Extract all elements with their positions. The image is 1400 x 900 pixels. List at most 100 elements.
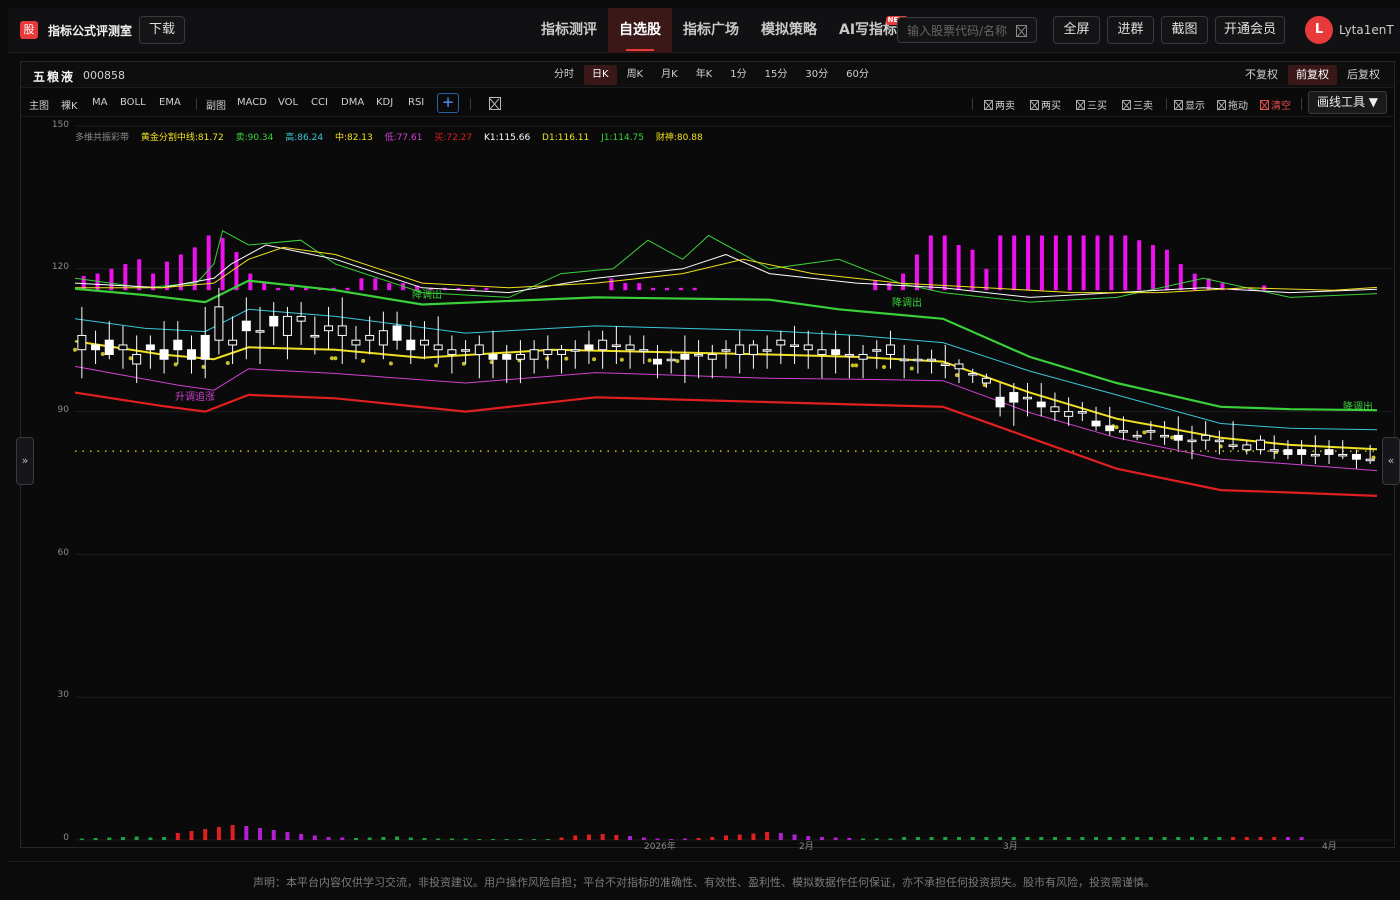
- legend-k1: K1:115.66: [484, 133, 531, 143]
- volume-bar: [463, 838, 468, 840]
- volume-bar: [216, 827, 221, 840]
- drawing-tools-dropdown[interactable]: 画线工具 ▼: [1308, 91, 1387, 114]
- screenshot-button[interactable]: 截图: [1161, 16, 1208, 44]
- signal-bar: [637, 283, 642, 291]
- candle-body: [1338, 453, 1348, 457]
- period-tab-60min[interactable]: 60分: [838, 65, 877, 85]
- volume-bar: [902, 837, 907, 840]
- signal-bar: [359, 278, 364, 291]
- candle-body: [872, 349, 882, 352]
- toggle-two-buy[interactable]: 两买: [1030, 97, 1061, 112]
- sub-item-vol[interactable]: VOL: [278, 97, 298, 108]
- sub-item-rsi[interactable]: RSI: [408, 97, 424, 108]
- mid-dot: [675, 359, 680, 364]
- toggle-label: 三买: [1087, 101, 1107, 112]
- period-tab-15min[interactable]: 15分: [757, 65, 796, 85]
- legend-golden-mid: 黄金分割中线:81.72: [140, 133, 224, 143]
- period-tab-30min[interactable]: 30分: [797, 65, 836, 85]
- checkbox-icon: [1076, 100, 1085, 110]
- main-item-naked-k[interactable]: 裸K: [61, 97, 78, 112]
- signal-bar: [623, 283, 628, 291]
- adjust-backward-tab[interactable]: 后复权: [1339, 65, 1388, 85]
- reset-indicator-icon[interactable]: [489, 97, 501, 110]
- adjust-none-tab[interactable]: 不复权: [1237, 65, 1286, 85]
- nav-tab-indicator-square[interactable]: 指标广场: [672, 8, 750, 53]
- x-tick-label: 4月: [1322, 842, 1337, 852]
- period-tab-daily[interactable]: 日K: [584, 65, 617, 85]
- download-button[interactable]: 下载: [139, 16, 185, 44]
- sub-item-kdj[interactable]: KDJ: [376, 97, 393, 108]
- candle-body: [1256, 439, 1266, 451]
- nav-tab-indicator-review[interactable]: 指标测评: [530, 8, 608, 53]
- mid-dot: [434, 363, 439, 368]
- volume-bar: [998, 837, 1003, 840]
- stock-search-input[interactable]: [907, 22, 1015, 39]
- open-vip-button[interactable]: 开通会员: [1215, 16, 1285, 44]
- signal-bar: [345, 287, 350, 291]
- volume-bar: [1025, 837, 1030, 840]
- candle-body: [981, 377, 991, 384]
- candle-body: [776, 339, 786, 346]
- toggle-two-sell[interactable]: 两卖: [984, 97, 1015, 112]
- kline-chart-area[interactable]: 150 120 90 60 30 0 多维共振彩带 黄金分割中线:81.72 卖…: [21, 118, 1394, 852]
- user-name[interactable]: Lyta1enT: [1339, 23, 1394, 37]
- volume-bar: [710, 837, 715, 840]
- candle-body: [1283, 449, 1293, 455]
- sub-item-macd[interactable]: MACD: [237, 97, 267, 108]
- x-tick-label: 2月: [799, 842, 814, 852]
- candle-body: [419, 339, 429, 346]
- period-tab-intraday[interactable]: 分时: [546, 65, 582, 85]
- sub-item-cci[interactable]: CCI: [311, 97, 328, 108]
- candle-body: [337, 325, 347, 336]
- user-avatar[interactable]: L: [1305, 16, 1333, 44]
- left-panel-toggle[interactable]: »: [16, 437, 34, 485]
- nav-tab-simulated-strategy[interactable]: 模拟策略: [750, 8, 828, 53]
- period-tab-monthly[interactable]: 月K: [653, 65, 686, 85]
- brand-title[interactable]: 指标公式评测室: [48, 22, 132, 39]
- toggle-drag[interactable]: 拖动: [1217, 97, 1248, 112]
- nav-tab-watchlist[interactable]: 自选股: [608, 8, 672, 53]
- candle-body: [118, 344, 128, 351]
- app-logo-icon[interactable]: 股: [20, 21, 38, 39]
- nav-tab-label: 模拟策略: [761, 22, 817, 38]
- main-item-ema[interactable]: EMA: [159, 97, 181, 108]
- toggle-label: 两买: [1041, 101, 1061, 112]
- toolbar-divider: [1301, 98, 1302, 110]
- candle-body: [1173, 434, 1183, 441]
- fullscreen-button[interactable]: 全屏: [1053, 16, 1100, 44]
- main-item-ma[interactable]: MA: [92, 97, 107, 108]
- period-tab-yearly[interactable]: 年K: [688, 65, 721, 85]
- volume-bar: [943, 837, 948, 840]
- volume-bar: [874, 838, 879, 840]
- volume-bar: [353, 838, 358, 840]
- mid-dot: [592, 357, 597, 362]
- kline-chart-svg[interactable]: [21, 118, 1394, 847]
- search-clear-icon[interactable]: [1016, 25, 1027, 37]
- candle-body: [91, 344, 101, 351]
- sub-item-dma[interactable]: DMA: [341, 97, 364, 108]
- period-tab-1min[interactable]: 1分: [722, 65, 754, 85]
- signal-bar: [928, 235, 933, 291]
- nav-tab-label: 指标广场: [683, 22, 739, 38]
- candle-body: [378, 330, 388, 346]
- volume-bar: [299, 834, 304, 840]
- main-item-boll[interactable]: BOLL: [120, 97, 146, 108]
- right-panel-toggle[interactable]: «: [1382, 437, 1400, 485]
- signal-bar: [1095, 235, 1100, 291]
- add-indicator-button[interactable]: +: [437, 93, 459, 113]
- legend-buy: 买:72.27: [434, 133, 473, 143]
- adjust-forward-tab[interactable]: 前复权: [1288, 65, 1337, 85]
- period-tab-weekly[interactable]: 周K: [619, 65, 652, 85]
- mid-dot: [225, 361, 230, 366]
- join-group-button[interactable]: 进群: [1107, 16, 1154, 44]
- low-band-line: [74, 365, 1378, 472]
- clear-icon: [1260, 100, 1269, 110]
- clear-drawings-button[interactable]: 清空: [1260, 97, 1291, 112]
- candle-body: [1324, 449, 1334, 455]
- volume-bar: [1107, 837, 1112, 840]
- candle-body: [1091, 420, 1101, 427]
- toggle-three-sell[interactable]: 三卖: [1122, 97, 1153, 112]
- toggle-three-buy[interactable]: 三买: [1076, 97, 1107, 112]
- checkbox-icon: [1217, 100, 1226, 110]
- toggle-show[interactable]: 显示: [1174, 97, 1205, 112]
